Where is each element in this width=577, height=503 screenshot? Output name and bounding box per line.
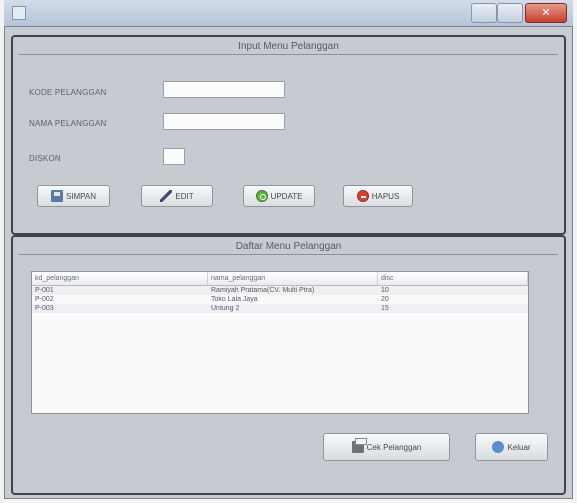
simpan-button[interactable]: SIMPAN <box>37 185 110 207</box>
column-header-kd-pelanggan[interactable]: kd_pelanggan <box>32 272 208 285</box>
table-row[interactable]: P-003 Untung 2 15 <box>32 304 528 313</box>
exit-icon <box>492 441 505 453</box>
delete-icon <box>356 190 369 202</box>
print-icon <box>351 438 367 453</box>
table-cell: Untung 2 <box>211 305 240 312</box>
input-panel-divider <box>19 54 558 55</box>
keluar-button[interactable]: Keluar <box>475 433 548 461</box>
diskon-input[interactable] <box>163 148 185 165</box>
refresh-icon <box>255 190 268 202</box>
table-cell: P-003 <box>35 305 54 312</box>
keluar-button-label: Keluar <box>507 442 531 452</box>
hapus-button-label: HAPUS <box>371 191 400 201</box>
update-button[interactable]: UPDATE <box>243 185 315 207</box>
nama-pelanggan-input[interactable] <box>163 113 285 130</box>
table-cell: P-001 <box>35 287 54 294</box>
table-cell: Ramiyah Pratama(CV. Multi Ptra) <box>211 287 315 294</box>
kode-pelanggan-input[interactable] <box>163 81 285 98</box>
list-panel-divider <box>19 254 558 255</box>
table-row[interactable]: P-001 Ramiyah Pratama(CV. Multi Ptra) 10 <box>32 286 528 295</box>
diskon-label: DISKON <box>29 154 61 163</box>
update-button-label: UPDATE <box>270 191 303 201</box>
column-header-disc[interactable]: disc <box>378 272 528 285</box>
maximize-button[interactable] <box>497 3 523 23</box>
close-window-button[interactable]: ✕ <box>525 3 567 23</box>
nama-pelanggan-label: NAMA PELANGGAN <box>29 119 107 128</box>
kode-pelanggan-label: KODE PELANGGAN <box>29 88 107 97</box>
table-row[interactable]: P-002 Toko Lala Jaya 20 <box>32 295 528 304</box>
hapus-button[interactable]: HAPUS <box>343 185 413 207</box>
app-icon <box>12 6 26 20</box>
column-header-nama-pelanggan[interactable]: nama_pelanggan <box>208 272 378 285</box>
table-cell: 10 <box>381 287 389 294</box>
table-cell: 20 <box>381 296 389 303</box>
pelanggan-table[interactable]: kd_pelanggan nama_pelanggan disc P-001 R… <box>31 271 529 414</box>
table-cell: 15 <box>381 305 389 312</box>
save-icon <box>50 190 63 202</box>
table-cell: Toko Lala Jaya <box>211 296 258 303</box>
table-header: kd_pelanggan nama_pelanggan disc <box>32 272 528 286</box>
title-bar: ✕ <box>4 0 573 27</box>
edit-button[interactable]: EDIT <box>141 185 213 207</box>
input-panel: Input Menu Pelanggan KODE PELANGGAN NAMA… <box>11 35 566 235</box>
list-panel: Daftar Menu Pelanggan kd_pelanggan nama_… <box>11 235 566 495</box>
table-body: P-001 Ramiyah Pratama(CV. Multi Ptra) 10… <box>32 286 528 313</box>
cek-pelanggan-button-label: Cek Pelanggan <box>366 442 422 452</box>
cek-pelanggan-button[interactable]: Cek Pelanggan <box>323 433 450 461</box>
table-cell: P-002 <box>35 296 54 303</box>
minimize-button[interactable] <box>471 3 497 23</box>
list-panel-title: Daftar Menu Pelanggan <box>235 241 342 252</box>
edit-button-label: EDIT <box>175 191 194 201</box>
edit-icon <box>160 190 173 202</box>
simpan-button-label: SIMPAN <box>65 191 97 201</box>
main-window: Input Menu Pelanggan KODE PELANGGAN NAMA… <box>4 26 573 499</box>
input-panel-title: Input Menu Pelanggan <box>238 41 339 52</box>
